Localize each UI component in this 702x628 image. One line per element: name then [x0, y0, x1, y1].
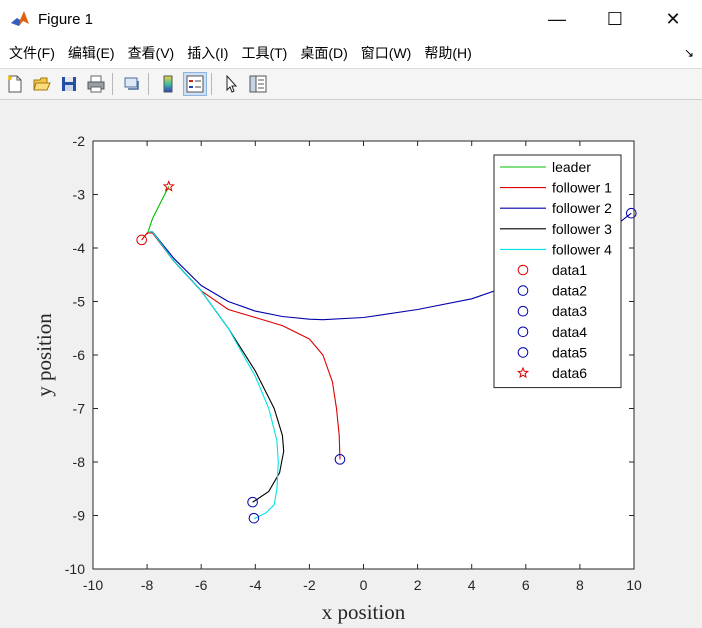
toolbar-separator — [211, 73, 212, 95]
menu-edit[interactable]: 编辑(E) — [68, 43, 115, 63]
x-tick-label: -10 — [83, 577, 103, 593]
x-tick-label: 6 — [522, 577, 530, 593]
menu-tools[interactable]: 工具(T) — [241, 43, 287, 63]
x-axis-label: x position — [322, 600, 406, 624]
menu-help[interactable]: 帮助(H) — [424, 43, 471, 63]
x-tick-label: -8 — [141, 577, 154, 593]
window-controls: — ☐ ✕ — [528, 0, 702, 38]
x-tick-label: 4 — [468, 577, 476, 593]
menu-window[interactable]: 窗口(W) — [361, 43, 412, 63]
legend-icon[interactable] — [183, 72, 207, 96]
menu-insert[interactable]: 插入(I) — [187, 43, 228, 63]
toolbar-separator — [112, 73, 113, 95]
menu-file[interactable]: 文件(F) — [9, 43, 55, 63]
window-title: Figure 1 — [38, 10, 94, 28]
x-tick-label: 2 — [414, 577, 422, 593]
y-axis-label: y position — [32, 313, 56, 397]
x-tick-label: 8 — [576, 577, 584, 593]
y-tick-label: -10 — [65, 561, 85, 577]
legend-label: data3 — [552, 303, 587, 319]
y-tick-label: -4 — [73, 240, 86, 256]
title-bar: Figure 1 — ☐ ✕ — [0, 0, 702, 38]
plot-svg: -10 -8 -6 -4 -2 0 2 4 6 8 10 -2 -3 -4 -5 -6 -7 -8 -9 -10 x … — [32, 133, 642, 624]
legend-label: follower 3 — [552, 221, 612, 237]
legend-label: follower 1 — [552, 180, 612, 196]
matlab-logo-icon — [10, 9, 30, 29]
figure-canvas: -10 -8 -6 -4 -2 0 2 4 6 8 10 -2 -3 -4 -5 -6 -7 -8 -9 -10 x … — [0, 100, 702, 628]
toolbar-separator — [148, 73, 149, 95]
link-plot-icon[interactable] — [120, 72, 144, 96]
y-tick-label: -7 — [73, 401, 86, 417]
legend-label: follower 2 — [552, 200, 612, 216]
legend-label: follower 4 — [552, 241, 612, 257]
property-inspector-icon[interactable] — [246, 72, 270, 96]
minimize-button[interactable]: — — [528, 0, 586, 38]
x-tick-label: 0 — [360, 577, 368, 593]
legend[interactable]: leader follower 1 follower 2 follower 3 foll… — [493, 154, 622, 389]
new-figure-icon[interactable] — [3, 72, 27, 96]
x-tick-label: -6 — [195, 577, 208, 593]
menu-desktop[interactable]: 桌面(D) — [300, 43, 347, 63]
x-tick-label: -4 — [249, 577, 262, 593]
legend-label: data1 — [552, 262, 587, 278]
y-tick-label: -3 — [73, 187, 86, 203]
colorbar-icon[interactable] — [156, 72, 180, 96]
menu-bar: 文件(F) 编辑(E) 查看(V) 插入(I) 工具(T) 桌面(D) 窗口(W… — [0, 38, 702, 69]
close-button[interactable]: ✕ — [644, 0, 702, 38]
save-icon[interactable] — [57, 72, 81, 96]
legend-label: data4 — [552, 324, 587, 340]
x-tick-label: -2 — [303, 577, 316, 593]
y-tick-label: -8 — [73, 454, 86, 470]
print-icon[interactable] — [84, 72, 108, 96]
x-tick-label: 10 — [626, 577, 642, 593]
toolbar — [0, 69, 702, 100]
y-tick-label: -9 — [73, 508, 86, 524]
y-tick-label: -6 — [73, 347, 86, 363]
legend-label: leader — [552, 159, 591, 175]
y-tick-label: -2 — [73, 133, 86, 149]
open-file-icon[interactable] — [30, 72, 54, 96]
maximize-button[interactable]: ☐ — [586, 0, 644, 38]
legend-label: data2 — [552, 283, 587, 299]
y-tick-label: -5 — [73, 294, 86, 310]
dock-arrow-icon[interactable]: ↘ — [684, 46, 694, 60]
pointer-icon[interactable] — [219, 72, 243, 96]
legend-label: data5 — [552, 344, 587, 360]
menu-view[interactable]: 查看(V) — [128, 43, 175, 63]
legend-label: data6 — [552, 365, 587, 381]
